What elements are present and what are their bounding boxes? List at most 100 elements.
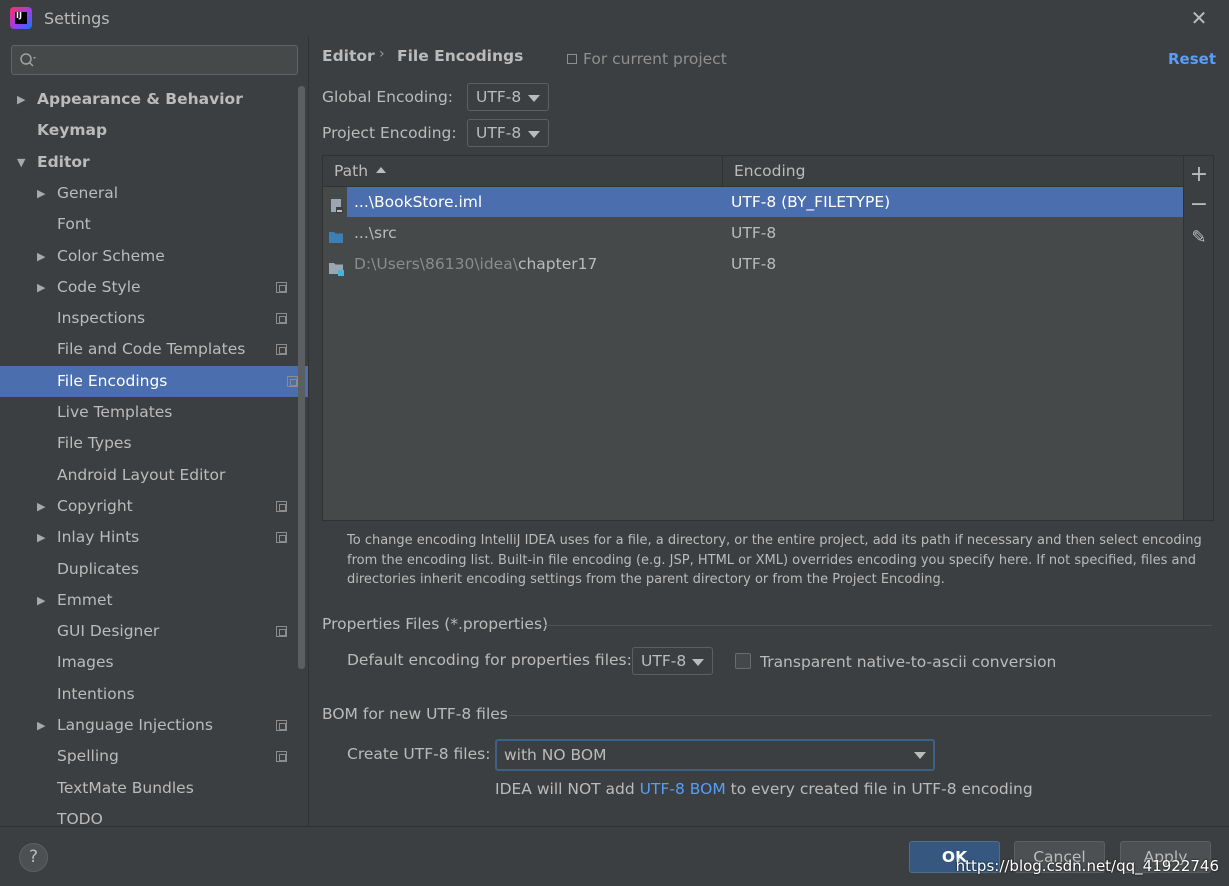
sidebar-item-spelling[interactable]: Spelling xyxy=(0,741,297,772)
chevron-right-icon[interactable]: ▶ xyxy=(37,585,45,616)
chevron-down-icon xyxy=(914,752,926,759)
bom-select[interactable]: with NO BOM xyxy=(495,739,935,771)
edit-icon[interactable]: ✎ xyxy=(1189,228,1209,248)
bom-section-title: BOM for new UTF-8 files xyxy=(322,705,508,723)
project-scope-icon xyxy=(276,281,287,293)
transparent-conversion-checkbox[interactable] xyxy=(735,653,751,669)
project-scope-icon xyxy=(276,532,287,544)
sort-ascending-icon xyxy=(376,167,387,173)
utf8-bom-link[interactable]: UTF-8 BOM xyxy=(640,780,726,798)
sidebar-item-editor[interactable]: ▼ Editor xyxy=(0,147,297,178)
title-bar: IJ Settings ✕ xyxy=(0,0,1229,36)
chevron-right-icon[interactable]: ▶ xyxy=(37,272,45,303)
global-encoding-select[interactable]: UTF-8 xyxy=(467,83,549,111)
help-button[interactable]: ? xyxy=(19,843,48,872)
sidebar-item-file-and-code-templates[interactable]: File and Code Templates xyxy=(0,334,297,365)
path-cell[interactable]: ...\BookStore.iml xyxy=(347,187,723,217)
column-header-path[interactable]: Path xyxy=(334,156,387,187)
sidebar-item-label: Images xyxy=(57,653,114,672)
bom-note: IDEA will NOT add UTF-8 BOM to every cre… xyxy=(495,780,1033,798)
sidebar-item-inlay-hints[interactable]: ▶ Inlay Hints xyxy=(0,522,297,553)
sidebar-item-general[interactable]: ▶ General xyxy=(0,178,297,209)
sidebar-item-images[interactable]: Images xyxy=(0,647,297,678)
scope-note-text: For current project xyxy=(583,50,727,68)
column-header-encoding[interactable]: Encoding xyxy=(734,156,805,187)
chevron-down-icon[interactable]: ▼ xyxy=(17,147,25,178)
global-encoding-value: UTF-8 xyxy=(476,88,522,106)
chevron-down-icon xyxy=(692,659,704,666)
watermark: https://blog.csdn.net/qq_41922746 xyxy=(955,857,1219,875)
sidebar-item-intentions[interactable]: Intentions xyxy=(0,679,297,710)
sidebar-item-label: Duplicates xyxy=(57,559,139,578)
sidebar-item-label: Android Layout Editor xyxy=(57,465,226,484)
chevron-right-icon[interactable]: ▶ xyxy=(37,710,45,741)
sidebar-item-file-encodings[interactable]: File Encodings xyxy=(0,365,308,397)
project-scope-icon xyxy=(276,626,287,638)
table-row[interactable]: ...\BookStore.iml UTF-8 (BY_FILETYPE) xyxy=(323,187,1183,217)
table-row[interactable]: ...\src UTF-8 xyxy=(323,218,1183,248)
path-cell[interactable]: D:\Users\86130\idea\chapter17 xyxy=(347,249,723,279)
sidebar-item-live-templates[interactable]: Live Templates xyxy=(0,397,297,428)
column-separator[interactable] xyxy=(722,156,723,187)
sidebar-item-language-injections[interactable]: ▶ Language Injections xyxy=(0,710,297,741)
search-icon xyxy=(20,53,36,67)
sidebar-item-duplicates[interactable]: Duplicates xyxy=(0,554,297,585)
encoding-help-text: To change encoding IntelliJ IDEA uses fo… xyxy=(347,533,1202,587)
sidebar-item-color-scheme[interactable]: ▶ Color Scheme xyxy=(0,241,297,272)
sidebar-item-label: Inspections xyxy=(57,309,146,328)
bom-note-suffix: to every created file in UTF-8 encoding xyxy=(725,780,1033,798)
sidebar-item-textmate-bundles[interactable]: TextMate Bundles xyxy=(0,773,297,804)
sidebar-item-keymap[interactable]: Keymap xyxy=(0,115,297,146)
chevron-right-icon[interactable]: ▶ xyxy=(37,178,45,209)
project-encoding-value: UTF-8 xyxy=(476,124,522,142)
bom-note-prefix: IDEA will NOT add xyxy=(495,780,640,798)
sidebar-item-android-layout-editor[interactable]: Android Layout Editor xyxy=(0,460,297,491)
project-scope-icon xyxy=(287,375,298,387)
chevron-down-icon xyxy=(528,95,540,102)
chevron-right-icon[interactable]: ▶ xyxy=(37,522,45,553)
add-icon[interactable]: + xyxy=(1189,164,1209,186)
project-scope-icon xyxy=(276,500,287,512)
encoding-cell[interactable]: UTF-8 (BY_FILETYPE) xyxy=(723,187,1183,217)
section-divider xyxy=(509,715,1212,716)
sidebar-scrollbar[interactable] xyxy=(298,86,305,669)
sidebar-item-todo[interactable]: TODO xyxy=(0,804,297,826)
sidebar-item-copyright[interactable]: ▶ Copyright xyxy=(0,491,297,522)
reset-link[interactable]: Reset xyxy=(1168,50,1216,68)
properties-encoding-value: UTF-8 xyxy=(641,652,687,670)
project-encoding-select[interactable]: UTF-8 xyxy=(467,119,549,147)
properties-encoding-select[interactable]: UTF-8 xyxy=(632,647,713,675)
encodings-table: Path Encoding ...\BookStore.iml UTF-8 (BY… xyxy=(322,155,1184,521)
project-scope-icon xyxy=(567,54,577,64)
chevron-right-icon[interactable]: ▶ xyxy=(17,84,25,115)
sidebar-item-label: General xyxy=(57,183,119,202)
table-row[interactable]: D:\Users\86130\idea\chapter17 UTF-8 xyxy=(323,249,1183,279)
path-cell[interactable]: ...\src xyxy=(347,218,723,248)
sidebar-item-font[interactable]: Font xyxy=(0,209,297,240)
breadcrumb-separator: › xyxy=(379,46,385,62)
project-scope-icon xyxy=(276,751,287,763)
sidebar-item-label: File Types xyxy=(57,434,132,453)
transparent-conversion-label[interactable]: Transparent native-to-ascii conversion xyxy=(760,653,1056,671)
chevron-down-icon xyxy=(528,131,540,138)
sidebar-item-code-style[interactable]: ▶ Code Style xyxy=(0,272,297,303)
path-prefix: D:\Users\86130\idea\ xyxy=(354,255,518,273)
sidebar-item-inspections[interactable]: Inspections xyxy=(0,303,297,334)
chevron-right-icon[interactable]: ▶ xyxy=(37,241,45,272)
chevron-right-icon[interactable]: ▶ xyxy=(37,491,45,522)
remove-icon[interactable]: − xyxy=(1189,194,1209,216)
search-input[interactable] xyxy=(11,45,298,75)
sidebar-item-label: Live Templates xyxy=(57,403,173,421)
breadcrumb-parent[interactable]: Editor xyxy=(322,47,375,65)
encoding-cell[interactable]: UTF-8 xyxy=(723,249,1183,279)
intellij-logo-icon: IJ xyxy=(10,7,32,29)
properties-encoding-label: Default encoding for properties files: xyxy=(347,651,632,669)
sidebar-item-gui-designer[interactable]: GUI Designer xyxy=(0,616,297,647)
encoding-cell[interactable]: UTF-8 xyxy=(723,218,1183,248)
scope-note: For current project xyxy=(567,50,727,68)
close-icon[interactable]: ✕ xyxy=(1189,8,1209,28)
sidebar-item-appearance-behavior[interactable]: ▶ Appearance & Behavior xyxy=(0,84,297,115)
sidebar-item-label: GUI Designer xyxy=(57,622,160,641)
sidebar-item-emmet[interactable]: ▶ Emmet xyxy=(0,585,297,616)
sidebar-item-file-types[interactable]: File Types xyxy=(0,428,297,459)
